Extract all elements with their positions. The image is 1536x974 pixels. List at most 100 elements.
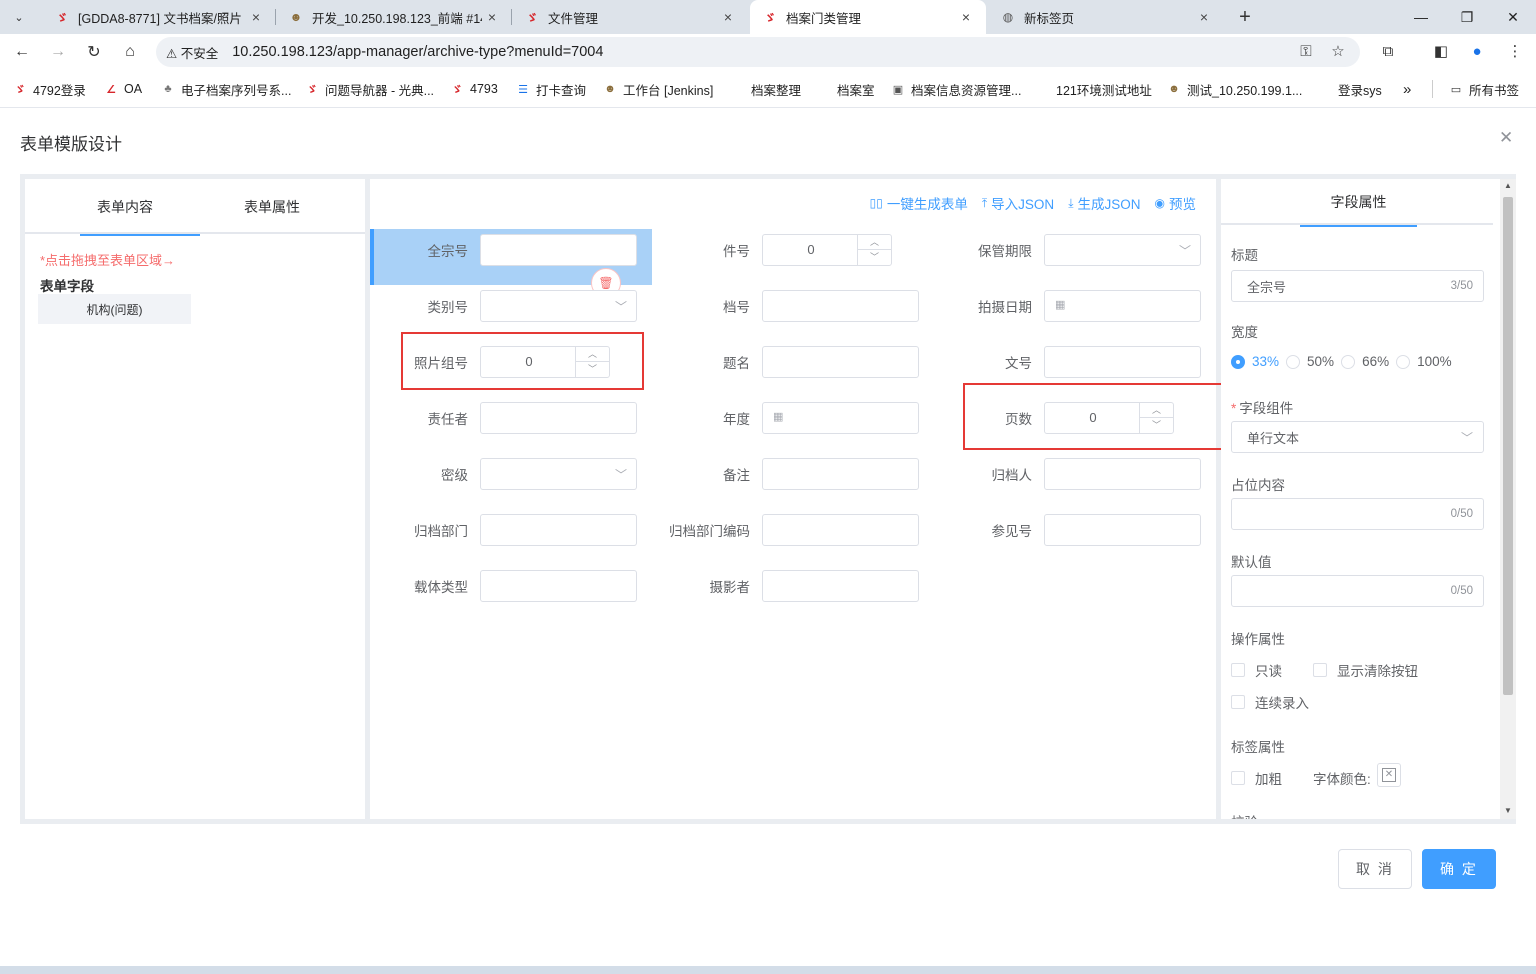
star-icon[interactable]: ☆ (1327, 40, 1349, 62)
select-input[interactable]: ﹀ (480, 290, 637, 322)
text-input[interactable] (762, 458, 919, 490)
tab-gdda[interactable]: ゞ [GDDA8-8771] 文书档案/照片 × (42, 0, 276, 34)
cancel-button[interactable]: 取 消 (1338, 849, 1412, 889)
tab-file-manage[interactable]: ゞ 文件管理 × (512, 0, 748, 34)
field-guidangbumen[interactable]: 归档部门 (370, 514, 637, 546)
field-baoguanqixian[interactable]: 保管期限 ﹀ (934, 234, 1201, 266)
field-wenhao[interactable]: 文号 (934, 346, 1201, 378)
width-radio-66[interactable]: 66% (1341, 354, 1389, 369)
close-icon[interactable]: × (718, 9, 738, 25)
window-close-button[interactable]: ✕ (1490, 0, 1536, 34)
close-icon[interactable]: × (482, 9, 502, 25)
field-paisheriqi[interactable]: 拍摄日期 ▦ (934, 290, 1201, 322)
text-input[interactable] (480, 402, 637, 434)
home-icon[interactable]: ⌂ (116, 38, 144, 66)
field-guidangren[interactable]: 归档人 (934, 458, 1201, 490)
width-radio-50[interactable]: 50% (1286, 354, 1334, 369)
text-input[interactable] (762, 346, 919, 378)
bookmark-item[interactable]: ☻ 测试_10.250.199.1... (1166, 70, 1302, 108)
field-timing[interactable]: 题名 (652, 346, 919, 378)
readonly-checkbox[interactable]: 只读 (1231, 660, 1282, 680)
chevron-up-icon[interactable]: ︿ (858, 235, 891, 250)
field-zaitileixing[interactable]: 载体类型 (370, 570, 637, 602)
bookmark-item[interactable]: ∠ OA (103, 70, 142, 108)
restore-button[interactable]: ❐ (1444, 0, 1490, 34)
bookmark-item[interactable]: 登录sys (1338, 70, 1382, 108)
tab-jenkins[interactable]: ☻ 开发_10.250.198.123_前端 #14 × (276, 0, 512, 34)
more-bookmarks-icon[interactable]: » (1403, 70, 1411, 108)
minimize-button[interactable]: — (1398, 0, 1444, 34)
date-input[interactable]: ▦ (1044, 290, 1201, 322)
tab-field-props[interactable]: 字段属性 (1300, 179, 1417, 227)
field-miji[interactable]: 密级 ﹀ (370, 458, 637, 490)
field-quanzonghao[interactable]: 全宗号 (370, 234, 637, 266)
scrollbar-thumb[interactable] (1503, 197, 1513, 695)
text-input[interactable] (762, 570, 919, 602)
bookmark-item[interactable]: ゞ 4792登录 (12, 70, 86, 108)
reload-button[interactable]: ↻ (80, 38, 108, 66)
bookmark-item[interactable]: ♣ 电子档案序列号系... (160, 70, 291, 108)
bookmark-item[interactable]: 121环境测试地址 (1056, 70, 1152, 108)
width-radio-33[interactable]: 33% (1231, 354, 1279, 369)
close-icon[interactable]: × (1194, 9, 1214, 25)
bookmark-item[interactable]: ☻ 工作台 [Jenkins] (602, 70, 713, 108)
show-clear-checkbox[interactable]: 显示清除按钮 (1313, 660, 1418, 680)
chevron-down-icon[interactable]: ﹀ (858, 250, 891, 265)
scrollbar[interactable]: ▲ ▼ (1500, 179, 1516, 819)
extensions-icon[interactable]: ⧉ (1377, 40, 1399, 62)
field-canjianhao[interactable]: 参见号 (934, 514, 1201, 546)
select-input[interactable]: ﹀ (1044, 234, 1201, 266)
tab-form-content[interactable]: 表单内容 (50, 179, 200, 236)
bookmark-item[interactable]: ▣ 档案信息资源管理... (890, 70, 1022, 108)
back-button[interactable]: ← (8, 38, 36, 66)
number-stepper[interactable]: 0 ︿ ﹀ (762, 234, 892, 266)
generate-json-button[interactable]: ⤓ 生成JSON (1068, 193, 1140, 213)
new-tab-button[interactable]: + (1232, 0, 1258, 34)
profile-icon[interactable]: ● (1466, 40, 1488, 62)
date-input[interactable]: ▦ (762, 402, 919, 434)
width-radio-100[interactable]: 100% (1396, 354, 1452, 369)
security-warning[interactable]: ⚠ 不安全 (166, 43, 218, 62)
bookmark-item[interactable]: ゞ问题导航器 - 光典... (304, 70, 435, 108)
sidebar-icon[interactable]: ◧ (1430, 40, 1452, 62)
field-zerenzhe[interactable]: 责任者 (370, 402, 637, 434)
dialog-close-icon[interactable]: ✕ (1499, 128, 1513, 148)
scroll-down-icon[interactable]: ▼ (1500, 806, 1516, 815)
text-input[interactable] (480, 570, 637, 602)
field-jianhao[interactable]: 件号 0 ︿ ﹀ (652, 234, 892, 266)
forward-button[interactable]: → (44, 38, 72, 66)
import-json-button[interactable]: ⤒ 导入JSON (982, 193, 1054, 213)
placeholder-input[interactable]: 0/50 (1231, 498, 1484, 530)
menu-icon[interactable]: ⋮ (1504, 40, 1526, 62)
close-icon[interactable]: × (956, 9, 976, 25)
select-input[interactable]: ﹀ (480, 458, 637, 490)
tab-form-props[interactable]: 表单属性 (197, 179, 347, 234)
text-input[interactable] (1044, 346, 1201, 378)
text-input[interactable] (1044, 458, 1201, 490)
confirm-button[interactable]: 确 定 (1422, 849, 1496, 889)
component-select[interactable]: 单行文本 ﹀ (1231, 421, 1484, 453)
scroll-up-icon[interactable]: ▲ (1500, 181, 1516, 190)
preview-button[interactable]: ◉ 预览 (1155, 193, 1196, 213)
all-bookmarks[interactable]: ▭ 所有书签 (1448, 70, 1519, 108)
bold-checkbox[interactable]: 加粗 (1231, 768, 1282, 788)
generate-form-button[interactable]: ▯▯ 一键生成表单 (870, 193, 968, 213)
field-leibiehao[interactable]: 类别号 ﹀ (370, 290, 637, 322)
bookmark-item[interactable]: ☰ 打卡查询 (515, 70, 586, 108)
field-danghao[interactable]: 档号 (652, 290, 919, 322)
text-input[interactable] (762, 514, 919, 546)
field-beizhu[interactable]: 备注 (652, 458, 919, 490)
bookmark-item[interactable]: 档案室 (837, 70, 875, 108)
text-input[interactable] (480, 514, 637, 546)
bookmark-item[interactable]: ゞ 4793 (449, 70, 498, 108)
field-niandu[interactable]: 年度 ▦ (652, 402, 919, 434)
close-icon[interactable]: × (246, 9, 266, 25)
tab-archive-type[interactable]: ゞ 档案门类管理 × (750, 0, 986, 34)
color-picker[interactable]: ✕ (1377, 763, 1401, 787)
title-input[interactable]: 全宗号 3/50 (1231, 270, 1484, 302)
field-guidangbumenbianma[interactable]: 归档部门编码 (652, 514, 919, 546)
bookmark-item[interactable]: 档案整理 (751, 70, 801, 108)
continuous-input-checkbox[interactable]: 连续录入 (1231, 692, 1309, 712)
key-icon[interactable]: ⚿ (1295, 40, 1317, 62)
field-sheyingzhe[interactable]: 摄影者 (652, 570, 919, 602)
